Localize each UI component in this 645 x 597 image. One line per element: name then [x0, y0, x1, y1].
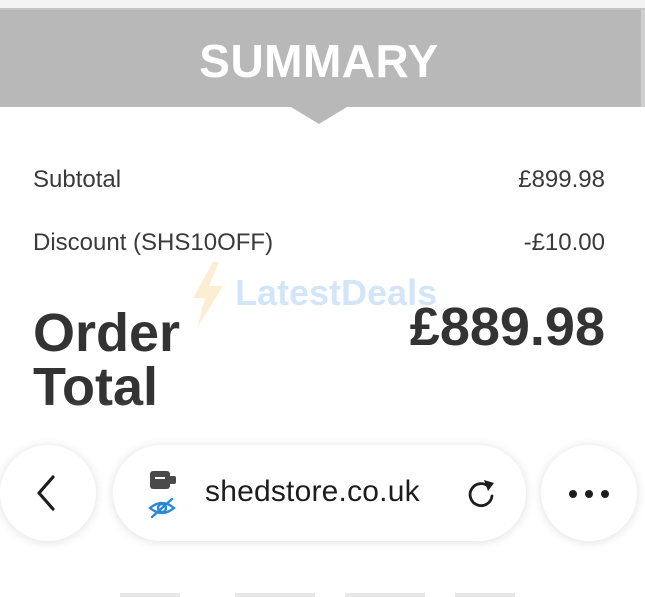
url-text: shedstore.co.uk	[205, 475, 420, 508]
bottom-hint	[235, 593, 315, 597]
discount-value: -£10.00	[523, 229, 605, 256]
hidden-eye-icon	[148, 497, 176, 519]
bottom-hint	[455, 593, 515, 597]
back-button[interactable]	[0, 445, 96, 541]
bottom-hint	[345, 593, 425, 597]
site-extension-icon	[150, 471, 176, 489]
more-dots-icon	[569, 490, 609, 498]
header-pointer	[291, 107, 347, 124]
order-total-label: Order Total	[33, 303, 181, 417]
discount-label: Discount (SHS10OFF)	[33, 229, 274, 256]
reload-icon[interactable]	[465, 477, 497, 511]
summary-title: SUMMARY	[199, 35, 439, 87]
address-bar[interactable]: shedstore.co.uk	[113, 445, 526, 541]
bottom-hint	[120, 593, 180, 597]
back-chevron-icon	[37, 475, 55, 511]
order-total-value: £889.98	[409, 297, 605, 357]
more-button[interactable]	[541, 445, 637, 541]
subtotal-label: Subtotal	[33, 166, 122, 193]
header-edge	[641, 10, 645, 107]
subtotal-value: £899.98	[518, 166, 605, 193]
